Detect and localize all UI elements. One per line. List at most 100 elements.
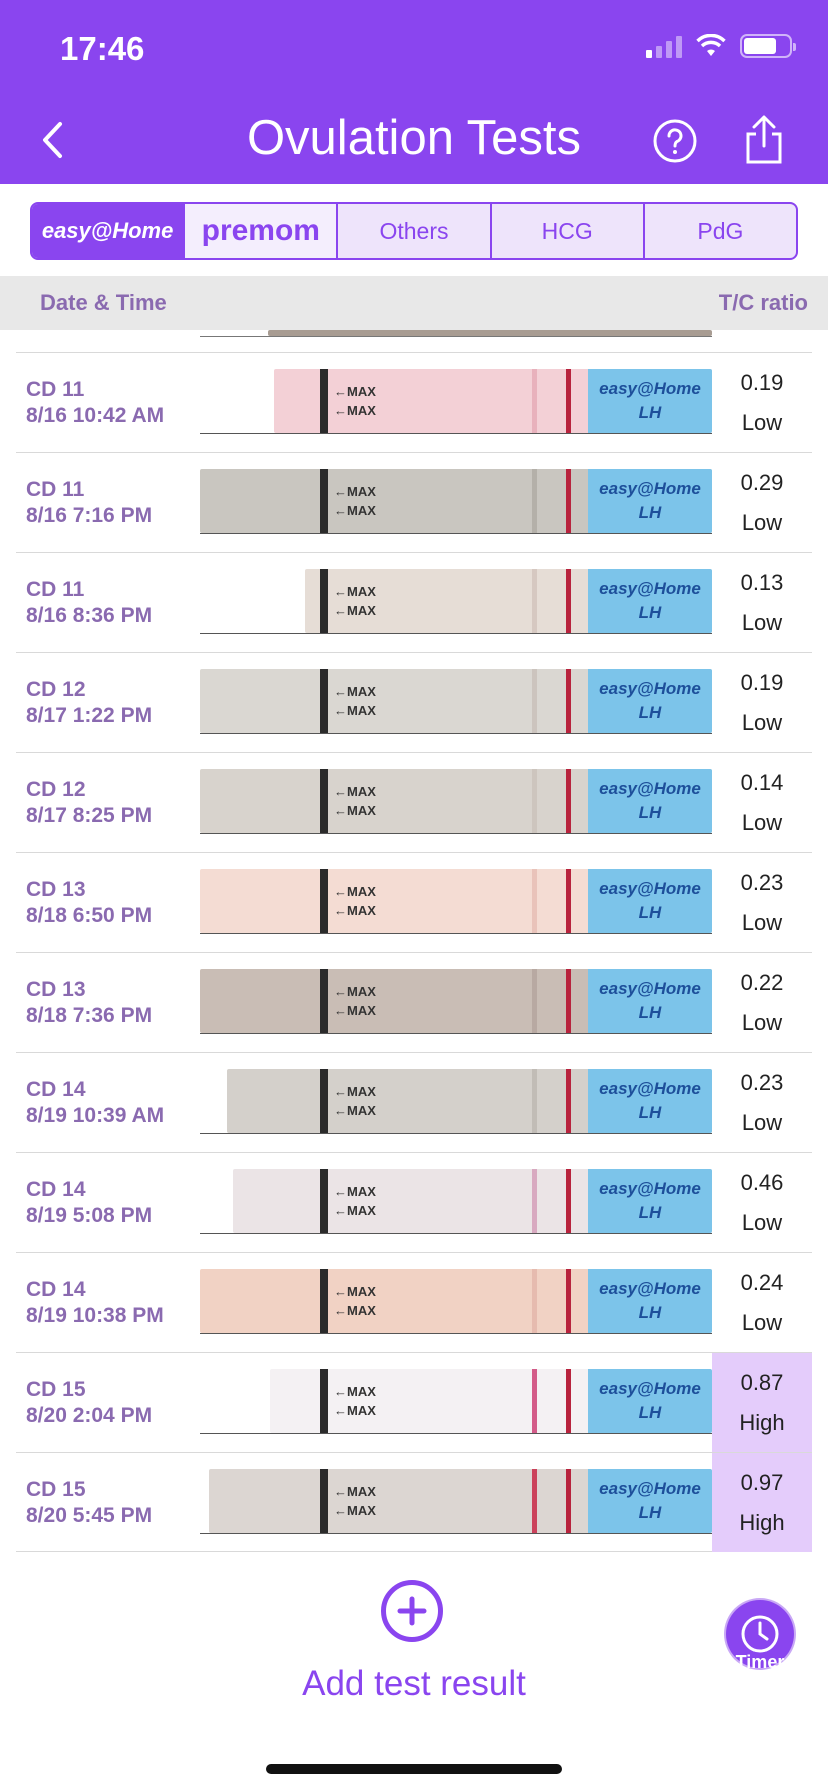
partial-row xyxy=(0,330,828,352)
row-baseline xyxy=(200,933,712,934)
row-baseline xyxy=(200,1433,712,1434)
strip-brand-text: easy@Home xyxy=(599,379,701,398)
strip-control-line xyxy=(566,1169,571,1233)
test-datetime: 8/19 10:38 PM xyxy=(26,1304,164,1327)
test-strip-image[interactable]: ←MAX ←MAX easy@Home LH xyxy=(200,1269,712,1333)
test-strip-image[interactable]: ←MAX ←MAX easy@Home LH xyxy=(305,569,712,633)
test-strip-image[interactable]: ←MAX ←MAX easy@Home LH xyxy=(233,1169,712,1233)
cycle-day: CD 11 xyxy=(26,378,85,401)
tc-ratio-cell: 0.24 Low xyxy=(712,1253,812,1352)
test-row[interactable]: CD 12 8/17 8:25 PM ←MAX ←MAX easy@Home LH 0.14… xyxy=(16,752,812,852)
row-baseline xyxy=(200,1233,712,1234)
test-row[interactable]: CD 11 8/16 8:36 PM ←MAX ←MAX easy@Home LH 0.13… xyxy=(16,552,812,652)
test-row[interactable]: CD 13 8/18 7:36 PM ←MAX ←MAX easy@Home LH 0.22… xyxy=(16,952,812,1052)
cycle-day: CD 13 xyxy=(26,878,86,901)
row-baseline xyxy=(200,633,712,634)
test-strip-image[interactable]: ←MAX ←MAX easy@Home LH xyxy=(270,1369,712,1433)
test-strip-image[interactable]: ←MAX ←MAX easy@Home LH xyxy=(227,1069,712,1133)
strip-brand-label: easy@Home LH xyxy=(588,1069,712,1133)
share-icon xyxy=(746,115,782,164)
strip-max-label: ←MAX xyxy=(334,1103,376,1118)
test-row[interactable]: CD 14 8/19 10:39 AM ←MAX ←MAX easy@Home LH 0.2… xyxy=(16,1052,812,1152)
help-button[interactable] xyxy=(652,118,698,164)
app-header: 17:46 Ovulation Tests xyxy=(0,0,828,184)
strip-max-marks: ←MAX ←MAX xyxy=(334,1369,376,1433)
test-strip-image[interactable]: ←MAX ←MAX easy@Home LH xyxy=(274,369,712,433)
strip-brand-label: easy@Home LH xyxy=(588,369,712,433)
strip-max-marks: ←MAX ←MAX xyxy=(334,769,376,833)
test-row[interactable]: CD 14 8/19 5:08 PM ←MAX ←MAX easy@Home LH 0.46… xyxy=(16,1152,812,1252)
tc-ratio-value: 0.46 xyxy=(740,1169,784,1195)
tab-premom[interactable]: premom xyxy=(185,204,339,258)
test-row[interactable]: CD 15 8/20 5:45 PM ←MAX ←MAX easy@Home LH 0.97… xyxy=(16,1452,812,1552)
strip-brand-text: easy@Home xyxy=(599,1379,701,1398)
strip-test-line xyxy=(532,1369,537,1433)
strip-brand-text: easy@Home xyxy=(599,979,701,998)
tc-ratio-value: 0.13 xyxy=(740,569,784,595)
tc-ratio-cell: 0.23 Low xyxy=(712,1053,812,1152)
strip-control-line xyxy=(566,1269,571,1333)
strip-control-line xyxy=(566,769,571,833)
row-date-time: CD 12 8/17 8:25 PM xyxy=(26,777,152,829)
cellular-signal-icon xyxy=(646,34,682,58)
test-strip-image[interactable]: ←MAX ←MAX easy@Home LH xyxy=(200,469,712,533)
strip-handle-bar xyxy=(320,1269,328,1333)
strip-lh-text: LH xyxy=(638,403,662,422)
strip-max-marks: ←MAX ←MAX xyxy=(334,569,376,633)
row-baseline xyxy=(200,1533,712,1534)
tc-ratio-value: 0.87 xyxy=(740,1369,784,1395)
test-strip-image[interactable]: ←MAX ←MAX easy@Home LH xyxy=(200,969,712,1033)
row-baseline xyxy=(200,833,712,834)
test-strip-image[interactable]: ←MAX ←MAX easy@Home LH xyxy=(209,1469,712,1533)
strip-handle-bar xyxy=(320,369,328,433)
strip-test-line xyxy=(532,969,537,1033)
page-title: Ovulation Tests xyxy=(246,111,582,165)
test-row[interactable]: CD 15 8/20 2:04 PM ←MAX ←MAX easy@Home LH 0.87… xyxy=(16,1352,812,1452)
test-strip-image[interactable]: ←MAX ←MAX easy@Home LH xyxy=(200,869,712,933)
tab-others[interactable]: Others xyxy=(338,204,492,258)
test-strip-image[interactable]: ←MAX ←MAX easy@Home LH xyxy=(200,769,712,833)
strip-handle-bar xyxy=(320,1169,328,1233)
strip-brand-label: easy@Home LH xyxy=(588,769,712,833)
help-icon xyxy=(653,119,697,163)
strip-test-line xyxy=(532,1069,537,1133)
strip-brand-label: easy@Home LH xyxy=(588,569,712,633)
strip-max-marks: ←MAX ←MAX xyxy=(334,469,376,533)
test-strip-image[interactable]: ←MAX ←MAX easy@Home LH xyxy=(200,669,712,733)
tc-ratio-cell: 0.22 Low xyxy=(712,953,812,1052)
row-date-time: CD 15 8/20 5:45 PM xyxy=(26,1477,152,1529)
test-row[interactable]: CD 12 8/17 1:22 PM ←MAX ←MAX easy@Home LH 0.19… xyxy=(16,652,812,752)
strip-handle-bar xyxy=(320,869,328,933)
column-date-time: Date & Time xyxy=(40,290,167,315)
strip-brand-text: easy@Home xyxy=(599,1279,701,1298)
tc-ratio-level: High xyxy=(739,1509,785,1535)
strip-max-label: ←MAX xyxy=(334,884,376,899)
test-row[interactable]: CD 11 8/16 10:42 AM ←MAX ←MAX easy@Home LH 0.1… xyxy=(16,352,812,452)
test-row[interactable]: CD 11 8/16 7:16 PM ←MAX ←MAX easy@Home LH 0.29… xyxy=(16,452,812,552)
share-button[interactable] xyxy=(740,114,788,166)
tc-ratio-level: Low xyxy=(741,709,783,735)
test-datetime: 8/19 5:08 PM xyxy=(26,1204,153,1227)
strip-brand-label: easy@Home LH xyxy=(588,1469,712,1533)
row-date-time: CD 11 8/16 7:16 PM xyxy=(26,477,152,529)
strip-brand-label: easy@Home LH xyxy=(588,1369,712,1433)
cycle-day: CD 15 xyxy=(26,1378,86,1401)
tab-easy-home[interactable]: easy@Home xyxy=(32,204,186,258)
cycle-day: CD 14 xyxy=(26,1078,86,1101)
test-row[interactable]: CD 14 8/19 10:38 PM ←MAX ←MAX easy@Home LH 0.2… xyxy=(16,1252,812,1352)
strip-brand-text: easy@Home xyxy=(599,1179,701,1198)
strip-test-line xyxy=(532,1169,537,1233)
strip-max-label: ←MAX xyxy=(334,1484,376,1499)
tc-ratio-cell: 0.97 High xyxy=(712,1453,812,1552)
tab-pdg[interactable]: PdG xyxy=(645,204,796,258)
strip-test-line xyxy=(532,369,537,433)
tc-ratio-cell: 0.14 Low xyxy=(712,753,812,852)
add-test-label[interactable]: Add test result xyxy=(0,1664,828,1704)
cycle-day: CD 15 xyxy=(26,1478,86,1501)
strip-lh-text: LH xyxy=(638,1203,662,1222)
test-row[interactable]: CD 13 8/18 6:50 PM ←MAX ←MAX easy@Home LH 0.23… xyxy=(16,852,812,952)
tab-hcg[interactable]: HCG xyxy=(492,204,645,258)
add-test-button[interactable] xyxy=(381,1580,443,1642)
strip-lh-text: LH xyxy=(638,603,662,622)
strip-brand-text: easy@Home xyxy=(599,679,701,698)
